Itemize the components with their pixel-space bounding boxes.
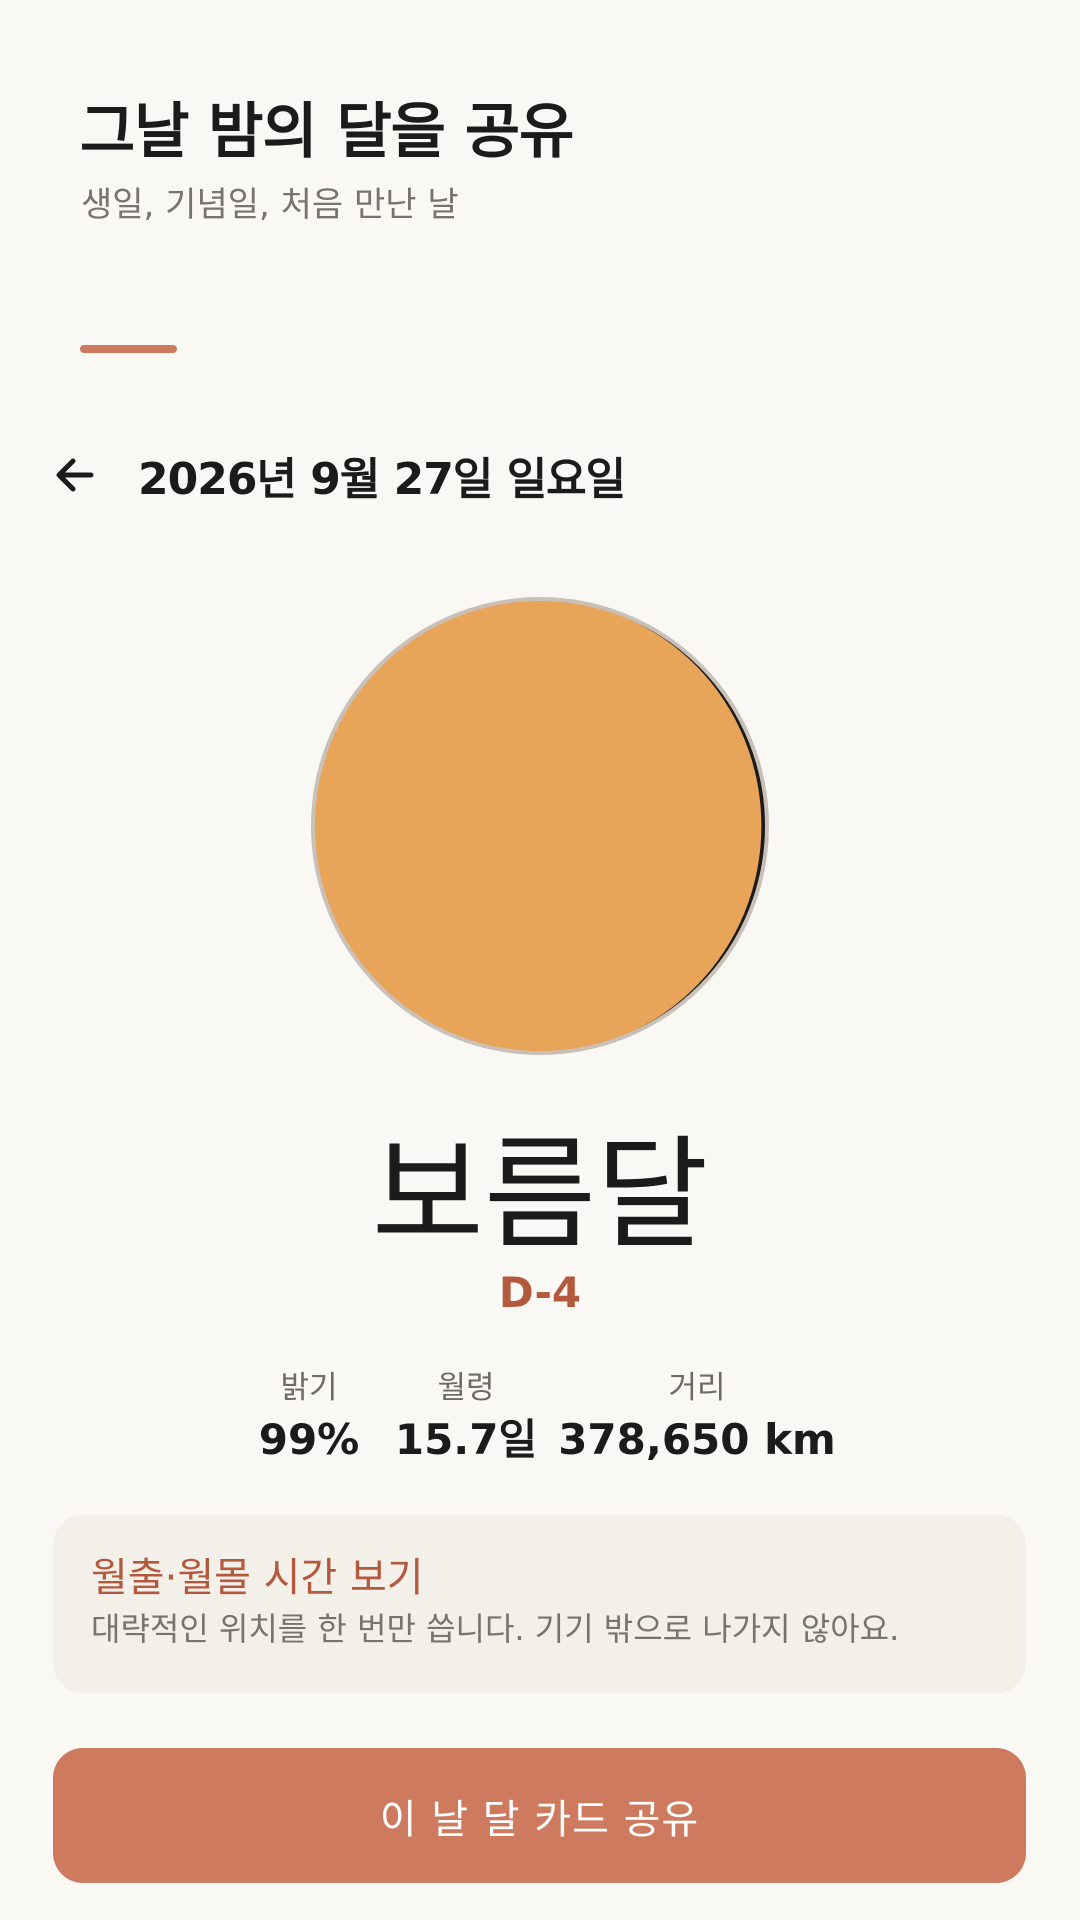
stat-brightness: 밝기 99% xyxy=(259,1368,360,1468)
moon-stats: 밝기 99% 월령 15.7일 거리 378,650 km xyxy=(0,1368,1080,1468)
date-bar: 2026년 9월 27일 일요일 xyxy=(40,440,626,510)
stat-distance-value: 378,650 km xyxy=(558,1415,836,1464)
stat-moon-age: 월령 15.7일 xyxy=(395,1368,537,1468)
stat-brightness-value: 99% xyxy=(258,1415,360,1464)
arrow-left-icon xyxy=(56,458,94,492)
stat-moon-age-label: 월령 xyxy=(437,1370,495,1406)
stat-distance: 거리 378,650 km xyxy=(558,1368,836,1468)
moonrise-moonset-title: 월출·월몰 시간 보기 xyxy=(91,1555,424,1601)
share-moon-card-button[interactable]: 이 날 달 카드 공유 xyxy=(53,1748,1026,1883)
moon-phase-name: 보름달 xyxy=(371,1124,709,1266)
location-privacy-note: 대략적인 위치를 한 번만 씁니다. 기기 밖으로 나가지 않아요. xyxy=(91,1610,900,1648)
page-title: 그날 밤의 달을 공유 xyxy=(80,97,574,167)
stat-distance-label: 거리 xyxy=(668,1370,726,1406)
countdown-badge: D-4 xyxy=(498,1268,582,1317)
page-subtitle: 생일, 기념일, 처음 만난 날 xyxy=(81,185,459,225)
stat-brightness-label: 밝기 xyxy=(280,1370,338,1406)
back-button[interactable] xyxy=(40,440,110,510)
accent-divider xyxy=(80,345,177,353)
selected-date: 2026년 9월 27일 일요일 xyxy=(138,454,626,505)
stat-moon-age-value: 15.7일 xyxy=(394,1415,538,1464)
moon-lit-area xyxy=(314,600,762,1052)
moon-illustration xyxy=(310,596,770,1056)
moonrise-moonset-card[interactable]: 월출·월몰 시간 보기 대략적인 위치를 한 번만 씁니다. 기기 밖으로 나가… xyxy=(53,1515,1026,1693)
